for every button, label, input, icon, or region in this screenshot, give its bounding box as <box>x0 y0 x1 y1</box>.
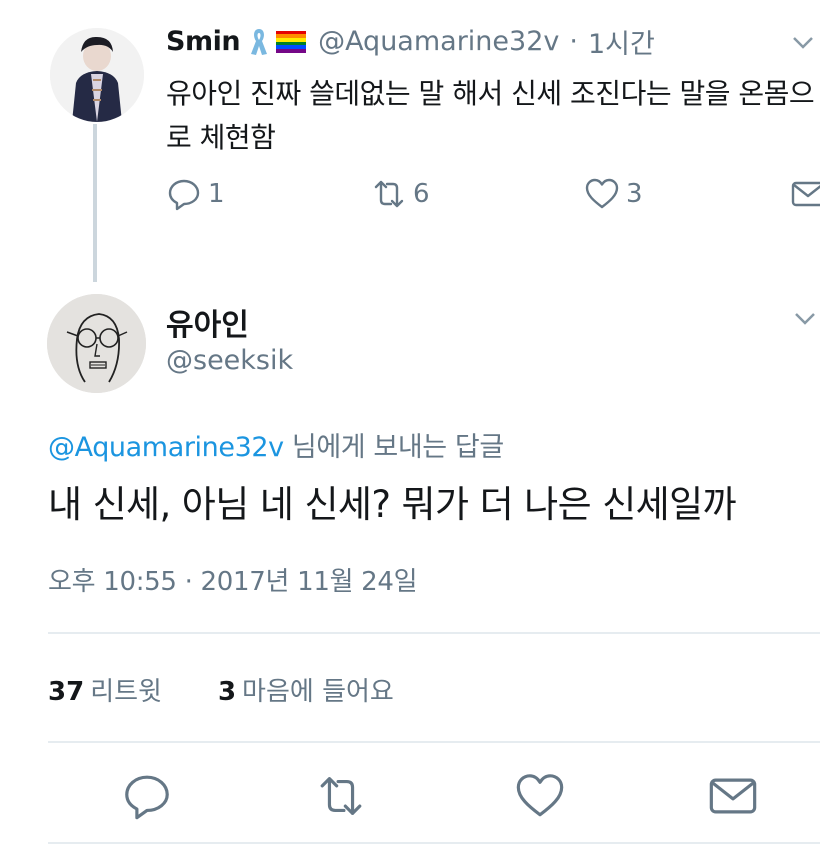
engagement-stats: 37 리트윗 3 마음에 들어요 <box>48 671 394 708</box>
tweet-text: 내 신세, 아님 네 신세? 뭐가 더 나은 신세일까 <box>48 483 737 526</box>
reply-icon[interactable] <box>121 770 173 822</box>
parent-retweet-count: 6 <box>413 179 430 209</box>
like-stat-label: 마음에 들어요 <box>242 677 394 707</box>
envelope-icon <box>791 181 820 207</box>
reply-icon <box>168 179 200 211</box>
divider <box>48 632 820 634</box>
retweet-total: 37 <box>48 677 85 707</box>
author-avatar[interactable] <box>47 294 146 393</box>
envelope-icon[interactable] <box>707 770 759 822</box>
parent-tweet-header: Smin @Aquamarine32v · 1시간 <box>166 22 655 61</box>
thread-connector-line <box>93 124 97 282</box>
divider <box>48 741 820 743</box>
like-stat[interactable]: 3 마음에 들어요 <box>218 671 394 708</box>
retweet-stat[interactable]: 37 리트윗 <box>48 671 162 708</box>
replying-to-line: @Aquamarine32v 님에게 보내는 답글 <box>48 425 504 464</box>
parent-action-bar: 1 6 3 <box>166 176 820 216</box>
divider <box>48 842 820 844</box>
replying-to-label: 님에게 보내는 답글 <box>283 432 504 463</box>
tweet-detail-view: Smin @Aquamarine32v · 1시간 유아인 진짜 쓸데없는 말 … <box>0 0 820 847</box>
parent-handle[interactable]: @Aquamarine32v <box>318 26 559 57</box>
parent-like-button[interactable]: 3 <box>584 176 643 212</box>
chevron-down-icon[interactable] <box>792 36 814 50</box>
heart-icon <box>585 178 619 209</box>
heart-icon[interactable] <box>514 770 566 822</box>
replying-to-handle[interactable]: @Aquamarine32v <box>48 432 284 463</box>
chevron-down-icon[interactable] <box>794 312 816 326</box>
parent-message-button[interactable] <box>790 176 820 212</box>
author-handle[interactable]: @seeksik <box>166 345 293 376</box>
parent-like-count: 3 <box>626 179 643 209</box>
parent-reply-button[interactable]: 1 <box>166 176 225 212</box>
parent-tweet-text: 유아인 진짜 쓸데없는 말 해서 신세 조진다는 말을 온몸으로 체현함 <box>166 77 815 154</box>
tweet-timestamp[interactable]: 오후 10:55 · 2017년 11월 24일 <box>48 561 418 598</box>
retweet-stat-label: 리트윗 <box>90 677 162 707</box>
like-total: 3 <box>217 677 237 707</box>
rainbow-flag-icon <box>276 30 307 53</box>
separator-dot: · <box>569 26 578 57</box>
author-display-name[interactable]: 유아인 <box>166 300 249 344</box>
parent-display-name[interactable]: Smin <box>166 26 241 57</box>
retweet-icon <box>374 180 404 208</box>
parent-reply-count: 1 <box>208 179 225 209</box>
parent-timestamp[interactable]: 1시간 <box>588 22 655 61</box>
parent-retweet-button[interactable]: 6 <box>371 176 430 212</box>
parent-avatar[interactable] <box>50 28 144 122</box>
retweet-icon[interactable] <box>315 770 367 822</box>
ribbon-icon <box>251 28 268 55</box>
